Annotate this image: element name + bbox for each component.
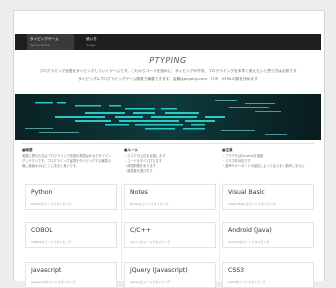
card-title: CSS3 bbox=[228, 267, 245, 274]
card-title: Python bbox=[31, 189, 53, 196]
tab-typing-game[interactable]: タイピングゲーム Typing Game bbox=[27, 34, 74, 50]
overview-column: ■概要 英語に慣れた方はプログラミング言語の単語はかなりタイピングしやすいです。… bbox=[22, 148, 112, 169]
card-desc: Javascriptのコードでタイピング bbox=[31, 280, 76, 284]
intro-text: プログラミング言語をタイピングしていくゲームです。これからコードを読みに、タイピ… bbox=[20, 68, 316, 83]
notes-body: ・ブラウザはChromeを推奨 ・スマホ非対応です ・音声やキーボードの設定によ… bbox=[222, 154, 305, 168]
intro-line-2: タイピング&プログラミングゲーム感覚で練習できます。会員はptyping.com… bbox=[78, 76, 258, 81]
rules-column: ■ルール ・スコアの上位を目指します ・コードをすべて打ちます ・時間制限があり… bbox=[124, 148, 214, 174]
card-desc: jQueryのコードでタイピング bbox=[130, 280, 170, 284]
notes-column: ■注意 ・ブラウザはChromeを推奨 ・スマホ非対応です ・音声やキーボードの… bbox=[222, 148, 312, 169]
card-notes[interactable]: Notes Notesのコードでタイピング bbox=[124, 184, 216, 210]
card-css3[interactable]: CSS3 CSS3のコードでタイピング bbox=[222, 262, 314, 288]
card-title: Notes bbox=[130, 189, 148, 196]
card-desc: COBOLのコードでタイピング bbox=[31, 240, 72, 244]
rules-body: ・スコアの上位を目指します ・コードをすべて打ちます ・時間制限があります ・難… bbox=[124, 154, 166, 173]
tab-typing-game-sub: Typing Game bbox=[30, 43, 50, 47]
card-desc: Visual Basicのコードでタイピング bbox=[228, 202, 276, 206]
card-desc: Androidのコードでタイピング bbox=[228, 240, 270, 244]
card-javascript[interactable]: Javascript Javascriptのコードでタイピング bbox=[25, 262, 117, 288]
card-title: Android (Java) bbox=[228, 227, 272, 234]
card-title: COBOL bbox=[31, 227, 53, 234]
tab-typing-game-label: タイピングゲーム bbox=[30, 37, 59, 41]
card-desc: Notesのコードでタイピング bbox=[130, 202, 169, 206]
card-desc: C/C++のコードでタイピング bbox=[130, 240, 171, 244]
card-desc: Pythonのコードでタイピング bbox=[31, 202, 72, 206]
notes-heading: ■注意 bbox=[222, 148, 233, 152]
card-title: Visual Basic bbox=[228, 189, 265, 196]
card-python[interactable]: Python Pythonのコードでタイピング bbox=[25, 184, 117, 210]
hero-banner bbox=[15, 94, 321, 140]
site-title[interactable]: PTYPING bbox=[0, 56, 336, 65]
card-cobol[interactable]: COBOL COBOLのコードでタイピング bbox=[25, 222, 117, 248]
hero-code-graphic bbox=[15, 94, 321, 140]
card-visual-basic[interactable]: Visual Basic Visual Basicのコードでタイピング bbox=[222, 184, 314, 210]
rules-heading: ■ルール bbox=[124, 148, 139, 152]
card-title: jQuery (Javascript) bbox=[130, 267, 188, 274]
tab-usage-label: 使い方 bbox=[86, 37, 97, 41]
intro-line-1: プログラミング言語をタイピングしていくゲームです。これからコードを読みに、タイピ… bbox=[39, 69, 297, 73]
section-divider bbox=[22, 143, 314, 144]
card-divider bbox=[219, 183, 220, 280]
tab-usage[interactable]: 使い方 Usage bbox=[83, 34, 113, 50]
card-title: C/C++ bbox=[130, 227, 152, 234]
card-android-java[interactable]: Android (Java) Androidのコードでタイピング bbox=[222, 222, 314, 248]
tab-usage-sub: Usage bbox=[86, 43, 96, 47]
card-divider bbox=[121, 183, 122, 280]
card-jquery[interactable]: jQuery (Javascript) jQueryのコードでタイピング bbox=[124, 262, 216, 288]
overview-body: 英語に慣れた方はプログラミング言語の単語はかなりタイピングしやすいです。プログラ… bbox=[22, 154, 112, 168]
main-nav: タイピングゲーム Typing Game 使い方 Usage bbox=[15, 34, 321, 50]
overview-heading: ■概要 bbox=[22, 148, 33, 152]
card-desc: CSS3のコードでタイピング bbox=[228, 280, 266, 284]
card-c-cpp[interactable]: C/C++ C/C++のコードでタイピング bbox=[124, 222, 216, 248]
card-title: Javascript bbox=[31, 267, 62, 274]
